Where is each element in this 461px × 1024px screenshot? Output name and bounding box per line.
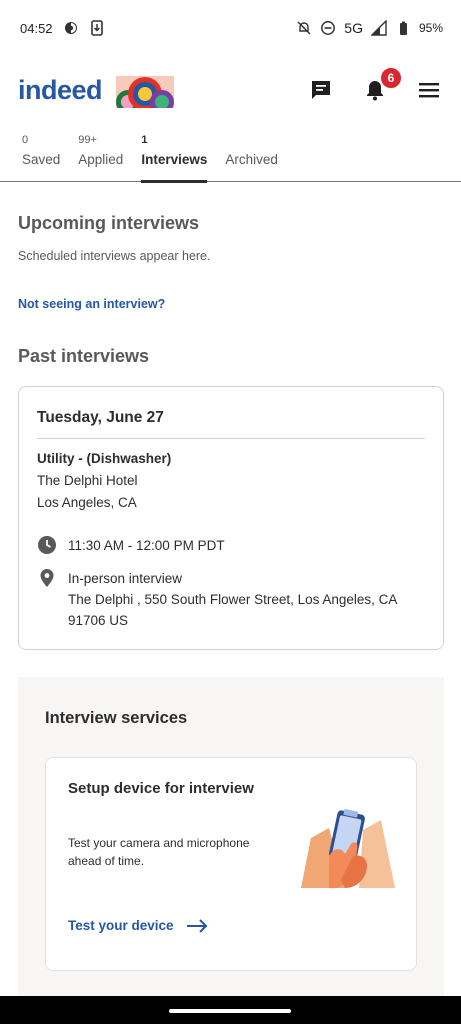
job-location: Los Angeles, CA [37, 495, 137, 510]
past-interviews-title: Past interviews [18, 346, 150, 366]
battery-level: 95% [418, 21, 443, 35]
system-navigation-bar [0, 996, 461, 1024]
settings-icon [64, 22, 77, 34]
do-not-disturb-icon [321, 21, 336, 35]
menu-button[interactable] [413, 74, 445, 106]
status-right: 5G 95% [296, 20, 443, 36]
notifications-button[interactable]: 6 [359, 66, 403, 106]
notification-badge: 6 [379, 66, 403, 90]
my-jobs-tabs: 0 Saved 99+ Applied 1 Interviews Archive… [0, 128, 461, 183]
location-details: In-person interview The Delphi , 550 Sou… [68, 568, 428, 631]
tab-count [225, 134, 278, 148]
status-time: 04:52 [20, 20, 53, 36]
festive-logo-art-icon [116, 76, 175, 108]
tab-label: Saved [22, 152, 61, 167]
test-device-link[interactable]: Test your device [68, 918, 208, 933]
header-actions: 6 [305, 66, 445, 106]
notifications-off-icon [297, 21, 311, 35]
test-device-label: Test your device [68, 918, 174, 933]
menu-icon [419, 83, 439, 98]
interview-card[interactable]: Tuesday, June 27 Utility - (Dishwasher) … [18, 386, 444, 650]
job-title: Utility - (Dishwasher) [37, 451, 172, 466]
tab-label: Archived [225, 152, 278, 167]
setup-device-description: Test your camera and microphone ahead of… [68, 836, 250, 868]
tab-label: Applied [78, 152, 124, 167]
interview-address: The Delphi , 550 South Flower Street, Lo… [68, 592, 397, 628]
tab-count: 1 [141, 134, 148, 146]
phone-in-hand-illustration-icon [301, 808, 395, 889]
battery-icon [399, 21, 407, 35]
status-bar: 04:52 5G 95% [0, 0, 461, 56]
arrow-right-icon [186, 918, 207, 933]
tab-count: 99+ [78, 134, 97, 146]
company-name: The Delphi Hotel [37, 473, 138, 488]
location-pin-icon [40, 569, 54, 587]
app-header: indeed 6 [0, 62, 461, 118]
interview-date: Tuesday, June 27 [37, 409, 164, 426]
clock-icon [38, 536, 56, 554]
indeed-logo[interactable]: indeed [18, 75, 103, 106]
status-left: 04:52 [20, 20, 105, 36]
interview-services-section: Interview services Setup device for inte… [18, 677, 444, 1007]
tab-saved[interactable]: 0 Saved [22, 128, 60, 182]
setup-device-card[interactable]: Setup device for interview Test your cam… [45, 757, 417, 971]
signal-icon [370, 20, 387, 36]
network-type: 5G [344, 20, 363, 36]
interview-time-row: 11:30 AM - 12:00 PM PDT [37, 535, 225, 556]
home-gesture-handle[interactable] [169, 1009, 291, 1013]
messages-button[interactable] [305, 74, 337, 106]
tab-interviews[interactable]: 1 Interviews [141, 128, 208, 183]
setup-device-title: Setup device for interview [68, 780, 254, 797]
interview-location-row: In-person interview The Delphi , 550 Sou… [37, 568, 428, 631]
upcoming-empty-text: Scheduled interviews appear here. [18, 249, 211, 263]
download-icon [90, 20, 103, 36]
tab-count: 0 [22, 134, 29, 146]
tab-archived[interactable]: Archived [225, 128, 278, 182]
messages-icon [312, 81, 330, 99]
interview-time: 11:30 AM - 12:00 PM PDT [68, 538, 225, 553]
interview-type: In-person interview [68, 571, 183, 586]
interview-services-title: Interview services [45, 709, 188, 727]
tab-applied[interactable]: 99+ Applied [78, 128, 123, 182]
card-divider [37, 438, 425, 439]
not-seeing-interview-link[interactable]: Not seeing an interview? [18, 297, 165, 311]
upcoming-interviews-title: Upcoming interviews [18, 213, 200, 233]
tab-label: Interviews [141, 152, 208, 167]
